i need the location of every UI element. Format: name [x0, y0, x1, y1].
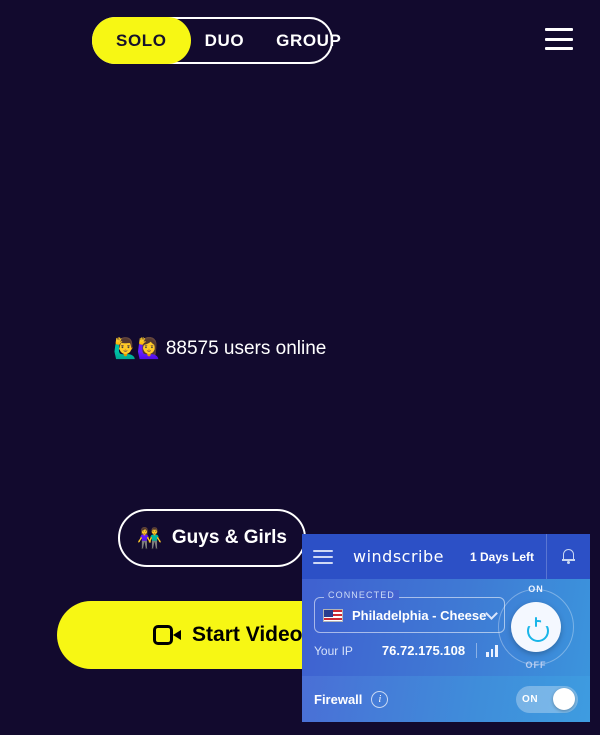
- mode-tab-duo[interactable]: DUO: [189, 19, 261, 62]
- mode-switch: SOLO DUO GROUP: [92, 17, 341, 64]
- windscribe-logo: windscribe: [353, 547, 444, 566]
- hamburger-menu-icon[interactable]: [545, 28, 573, 50]
- power-icon: [526, 617, 546, 637]
- mode-tab-group[interactable]: GROUP: [260, 19, 357, 62]
- firewall-row: Firewall i ON: [302, 676, 590, 722]
- us-flag-icon: [323, 608, 343, 622]
- power-on-label: ON: [528, 584, 544, 594]
- days-left-label: 1 Days Left: [469, 549, 534, 564]
- hamburger-line: [545, 47, 573, 50]
- mode-tab-solo[interactable]: SOLO: [92, 17, 191, 64]
- divider: [476, 643, 478, 658]
- power-knob: [511, 602, 561, 652]
- vpn-power-toggle[interactable]: ON OFF: [494, 584, 578, 670]
- gender-filter-button[interactable]: 👫 Guys & Girls: [118, 509, 306, 567]
- users-online-label: 88575 users online: [165, 337, 327, 359]
- ip-value: 76.72.175.108: [381, 643, 466, 658]
- vpn-hamburger-menu-icon[interactable]: [313, 549, 333, 564]
- firewall-toggle-knob: [553, 687, 575, 710]
- vpn-header: windscribe 1 Days Left: [302, 534, 590, 579]
- notification-bell-icon[interactable]: [546, 534, 590, 579]
- connection-status-label: CONNECTED: [324, 590, 399, 600]
- ip-row: Your IP 76.72.175.108: [314, 643, 505, 658]
- video-camera-icon: [153, 625, 182, 645]
- power-off-label: OFF: [525, 660, 547, 670]
- vpn-body: Philadelphia - Cheese CONNECTED Your IP …: [302, 579, 590, 676]
- ip-label: Your IP: [314, 643, 353, 658]
- users-online-status: 🙋‍♂️🙋‍♀️ 88575 users online: [113, 336, 326, 361]
- gender-filter-label: Guys & Girls: [171, 527, 287, 548]
- hamburger-line: [545, 37, 573, 41]
- firewall-toggle-label: ON: [522, 693, 539, 705]
- connection-selector[interactable]: Philadelphia - Cheese: [314, 597, 505, 633]
- firewall-label: Firewall: [314, 691, 363, 707]
- hamburger-line: [545, 28, 573, 31]
- windscribe-vpn-panel: windscribe 1 Days Left Philadelphia - Ch…: [302, 534, 590, 722]
- bell-glyph: [562, 549, 575, 564]
- info-icon[interactable]: i: [371, 690, 389, 708]
- couple-icon: 👫: [136, 527, 162, 550]
- firewall-toggle[interactable]: ON: [516, 685, 578, 713]
- connection-location-label: Philadelphia - Cheese: [352, 607, 487, 623]
- people-raising-hand-icon: 🙋‍♂️🙋‍♀️: [113, 338, 162, 360]
